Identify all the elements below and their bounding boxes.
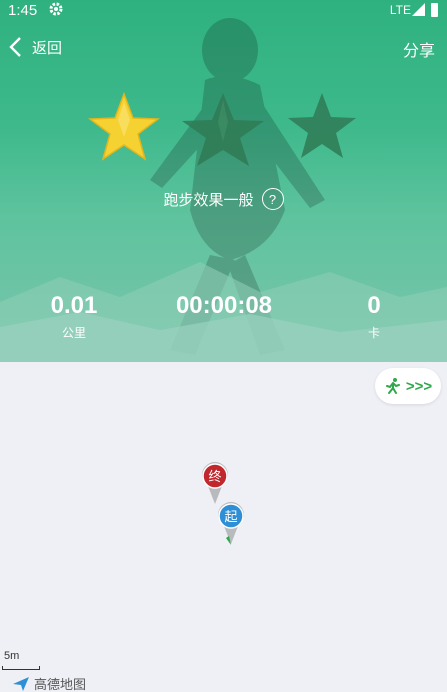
network-type: LTE	[389, 3, 411, 17]
end-marker-label: 终	[208, 469, 221, 485]
end-marker-icon: 终	[202, 462, 228, 504]
stat-duration: 00:00:08	[168, 292, 280, 324]
amap-logo-icon	[13, 676, 29, 691]
battery-icon	[431, 3, 438, 17]
chevron-left-icon	[9, 37, 21, 57]
runner-icon	[385, 378, 400, 394]
calories-unit: 卡	[367, 326, 380, 340]
back-button[interactable]: 返回	[8, 34, 62, 60]
stat-calories: 0 卡	[354, 292, 394, 341]
gear-icon	[49, 2, 63, 16]
help-icon[interactable]: ?	[261, 188, 284, 210]
signal-icon	[412, 3, 425, 16]
run-details-arrows: >>>	[405, 377, 433, 395]
map-scale-label: 5m	[4, 650, 20, 662]
star-empty-icon	[182, 93, 264, 166]
share-button[interactable]: 分享	[403, 37, 435, 61]
star-empty-icon	[288, 93, 356, 158]
back-label: 返回	[32, 38, 63, 57]
rating-stars	[0, 92, 447, 172]
rating-text: 跑步效果一般	[163, 190, 254, 209]
rating-summary: 跑步效果一般 ?	[0, 188, 447, 210]
duration-value: 00:00:08	[175, 292, 273, 319]
map-provider-logo: 高德地图	[12, 674, 86, 692]
calories-value: 0	[367, 292, 381, 319]
start-marker-label: 起	[224, 510, 237, 525]
status-bar: 1:45 LTE	[0, 0, 447, 22]
map-provider-name: 高德地图	[34, 678, 87, 692]
map-scale-bar	[2, 666, 40, 670]
status-time: 1:45	[8, 2, 38, 19]
run-details-button[interactable]: >>>	[375, 368, 441, 404]
distance-value: 0.01	[50, 292, 98, 319]
start-marker-icon: 起	[218, 502, 244, 545]
route-map[interactable]: >>> 终 起 5m 高德地图	[0, 362, 447, 692]
summary-header: 1:45 LTE 返回 分享 跑步效果一般 ? 0.01 公里 00:00:08…	[0, 0, 447, 362]
stat-distance: 0.01 公里	[44, 292, 104, 341]
star-filled-icon	[88, 92, 160, 161]
distance-unit: 公里	[61, 326, 86, 340]
